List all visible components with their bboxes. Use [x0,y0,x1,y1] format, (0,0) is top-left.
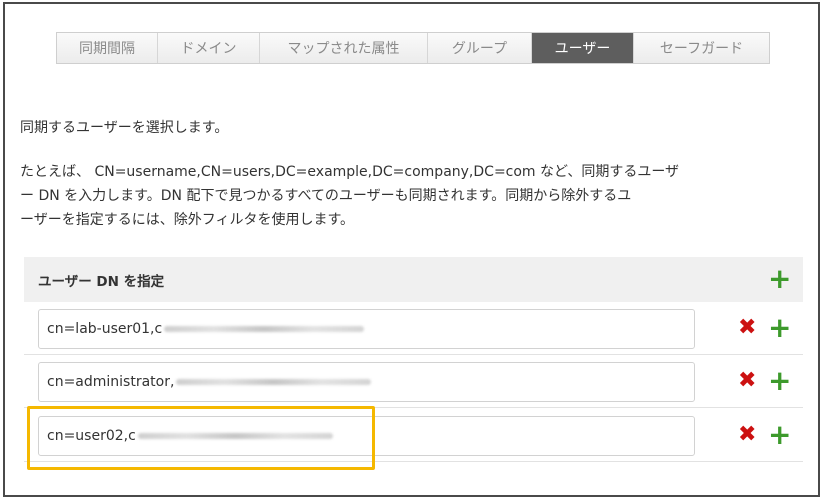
user-dn-value: cn=lab-user01,c [47,321,163,337]
tab-users[interactable]: ユーザー [532,33,634,63]
plus-icon[interactable]: + [768,314,791,342]
tab-mapped-attributes[interactable]: マップされた属性 [260,33,428,63]
tab-safeguard[interactable]: セーフガード [634,33,769,63]
intro-text: 同期するユーザーを選択します。 [20,120,229,136]
user-dn-value: cn=administrator, [47,374,175,390]
remove-icon[interactable]: ✖ [738,369,756,393]
tab-groups[interactable]: グループ [428,33,532,63]
tab-sync-interval[interactable]: 同期間隔 [57,33,158,63]
tab-bar: 同期間隔 ドメイン マップされた属性 グループ ユーザー セーフガード [56,32,770,64]
section-title: ユーザー DN を指定 [38,273,165,290]
plus-icon[interactable]: + [768,421,791,449]
description-line: たとえば、 CN=username,CN=users,DC=example,DC… [20,164,680,180]
description-line: ー DN を入力します。DN 配下で見つかるすべてのユーザーも同期されます。同期… [20,188,632,204]
user-dn-input[interactable]: cn=lab-user01,c [38,309,695,349]
plus-icon[interactable]: + [768,265,791,293]
remove-icon[interactable]: ✖ [738,423,756,447]
plus-icon[interactable]: + [768,367,791,395]
description-line: ーザーを指定するには、除外フィルタを使用します。 [20,212,355,228]
description-text: たとえば、 CN=username,CN=users,DC=example,DC… [20,160,805,232]
user-dn-input[interactable]: cn=administrator, [38,362,695,402]
tab-domain[interactable]: ドメイン [158,33,260,63]
remove-icon[interactable]: ✖ [738,316,756,340]
redacted-text [176,379,372,385]
user-dn-row: cn=administrator, ✖ + [24,356,803,408]
redacted-text [164,326,365,332]
user-dn-row: cn=lab-user01,c ✖ + [24,303,803,355]
user-dn-section-header: ユーザー DN を指定 + [24,257,803,302]
highlight-box [27,406,375,470]
